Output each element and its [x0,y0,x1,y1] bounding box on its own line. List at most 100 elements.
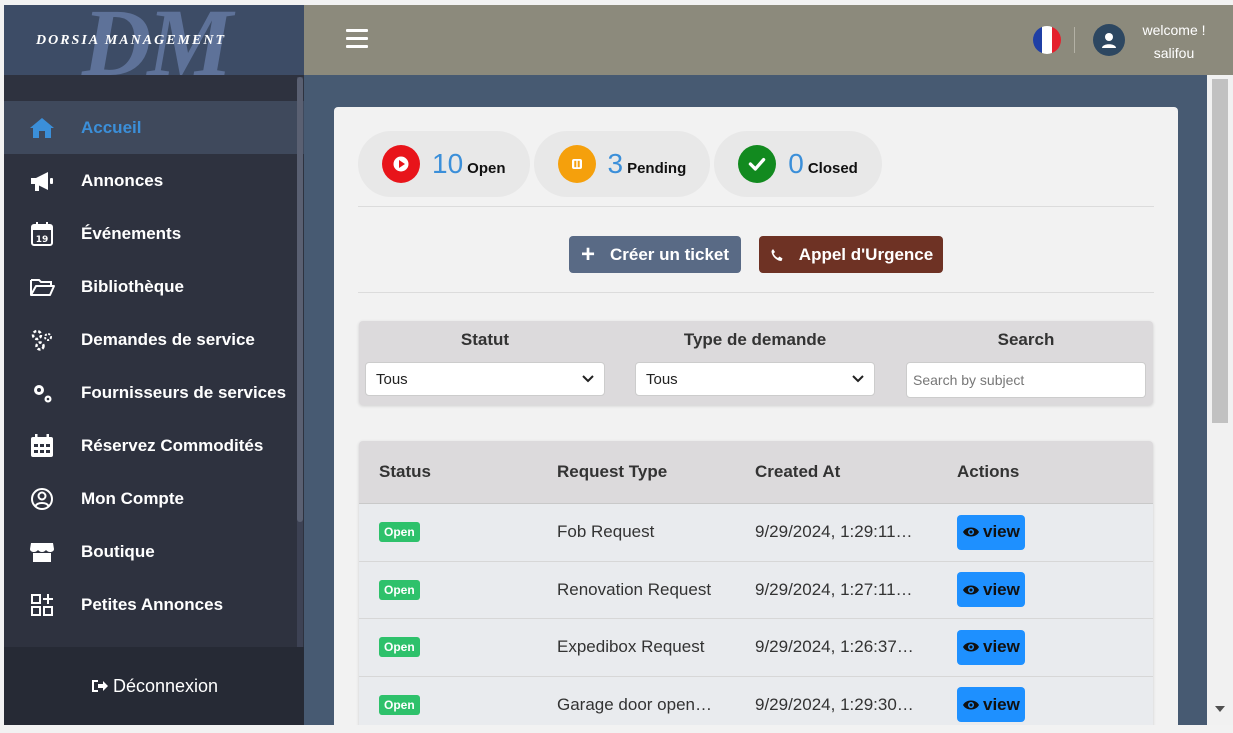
sidebar-item-reservez[interactable]: Réservez Commodités [4,419,304,472]
sidebar-item-label: Réservez Commodités [81,435,264,455]
search-input[interactable]: Search by subject [906,362,1146,398]
store-icon [26,538,58,566]
request-type-cell: Garage door opener request [557,694,755,714]
status-filter-label: Statut [460,330,510,349]
table-header: Status Request Type Created At Actions [359,441,1153,504]
sidebar-item-label: Fournisseurs de services [81,382,287,402]
check-icon [738,145,777,183]
view-button[interactable]: view [957,514,1025,550]
created-at-cell: 9/29/2024, 1:27:11 PM [755,579,926,599]
stat-pending: 3 Pending [533,131,711,197]
view-button[interactable]: view [957,629,1025,665]
calendar-grid-icon [26,432,58,460]
chevron-down-icon [582,375,594,383]
type-filter: Type de demande Tous [635,321,875,396]
view-label: view [983,637,1020,657]
brand-logo[interactable]: DM Dorsia Management [4,5,304,75]
sidebar-item-label: Annonces [81,170,164,190]
type-select[interactable]: Tous [635,362,875,396]
stat-closed: 0 Closed [714,131,882,197]
home-icon [26,114,58,142]
column-header-status[interactable]: Status [359,462,557,482]
menu-toggle-icon[interactable] [346,29,368,49]
actions-cell: view [953,572,1151,608]
sidebar-item-label: Petites Annonces [81,594,224,614]
status-cell: Open [359,637,557,658]
eye-icon [963,585,979,595]
actions-cell: view [953,629,1151,665]
sidebar-item-label: Demandes de service [81,329,255,349]
welcome-text: welcome ! [1142,22,1206,38]
stat-count: 3 [607,148,624,179]
emergency-call-button[interactable]: Appel d'Urgence [759,236,943,273]
logout-button[interactable]: Déconnexion [4,647,304,725]
folder-open-icon [26,273,58,301]
view-label: view [983,694,1020,714]
actions-cell: view [953,514,1151,550]
sidebar-item-label: Boutique [81,541,155,561]
user-greeting[interactable]: welcome ! salifou [1134,19,1214,65]
sidebar-item-accueil[interactable]: Accueil [4,101,304,154]
sidebar-item-mon-compte[interactable]: Mon Compte [4,472,304,525]
status-badge: Open [379,579,420,600]
tickets-card: 10 Open 3 Pending 0 Closed + Créer un ti… [334,107,1178,725]
status-select-value: Tous [376,370,408,388]
user-circle-icon [26,485,58,513]
play-icon [382,145,420,183]
column-header-request-type[interactable]: Request Type [557,462,755,482]
chevron-down-icon [852,375,864,383]
sidebar-item-evenements[interactable]: 19 Événements [4,207,304,260]
sidebar-item-fournisseurs[interactable]: Fournisseurs de services [4,366,304,419]
request-type-cell: Expedibox Request [557,637,705,657]
megaphone-icon [26,167,58,195]
search-filter: Search Search by subject [906,321,1146,398]
table-row: Open Renovation Request 9/29/2024, 1:27:… [359,562,1153,619]
sidebar-item-demandes-de-service[interactable]: Demandes de service [4,313,304,366]
status-select[interactable]: Tous [365,362,605,396]
sidebar-item-boutique[interactable]: Boutique [4,525,304,578]
sidebar-scrollbar[interactable] [297,77,303,647]
view-label: view [983,579,1020,599]
request-type-cell: Renovation Request [557,579,712,599]
created-at-cell: 9/29/2024, 1:29:30 PM [755,694,928,714]
language-flag-icon[interactable] [1033,26,1061,54]
sidebar-item-petites-annonces[interactable]: Petites Annonces [4,578,304,631]
eye-icon [963,700,979,710]
column-header-created-at[interactable]: Created At [755,462,953,482]
status-cell: Open [359,579,557,600]
sidebar-item-bibliotheque[interactable]: Bibliothèque [4,260,304,313]
sidebar-nav: Accueil Annonces 19 Événements Bibliothè… [4,75,304,631]
table-row: Open Garage door opener request 9/29/202… [359,677,1153,726]
eye-icon [963,527,979,537]
logout-label: Déconnexion [112,675,219,696]
stat-label: Closed [807,159,858,177]
divider [358,206,1154,207]
ticket-stats: 10 Open 3 Pending 0 Closed [358,131,886,197]
calendar-day-text: 19 [36,235,49,245]
main-content: 10 Open 3 Pending 0 Closed + Créer un ti… [304,75,1207,725]
status-badge: Open [379,637,420,658]
sidebar: DM Dorsia Management Accueil Annonces 19 [4,5,304,725]
scroll-down-arrow-icon[interactable] [1215,706,1225,712]
app-window: DM Dorsia Management Accueil Annonces 19 [4,5,1233,725]
page-scrollbar[interactable] [1207,75,1233,725]
search-filter-label: Search [997,330,1055,349]
eye-icon [963,642,979,652]
stat-label: Open [467,159,506,177]
create-ticket-button[interactable]: + Créer un ticket [569,236,741,273]
sidebar-item-annonces[interactable]: Annonces [4,154,304,207]
sidebar-scrollbar-thumb[interactable] [297,77,303,522]
created-at-cell: 9/29/2024, 1:26:37 PM [755,637,928,657]
table-row: Open Fob Request 9/29/2024, 1:29:11 PM v… [359,504,1153,562]
pause-icon [557,145,596,183]
view-button[interactable]: view [957,687,1025,723]
status-badge: Open [379,694,420,715]
filters-panel: Statut Tous Type de demande Tous Search [359,321,1153,405]
user-avatar-icon[interactable] [1093,24,1125,56]
page-scrollbar-thumb[interactable] [1212,79,1228,423]
create-ticket-label: Créer un ticket [609,244,730,264]
type-filter-label: Type de demande [683,330,827,349]
status-cell: Open [359,522,557,543]
view-button[interactable]: view [957,572,1025,608]
header-divider [1074,27,1075,53]
